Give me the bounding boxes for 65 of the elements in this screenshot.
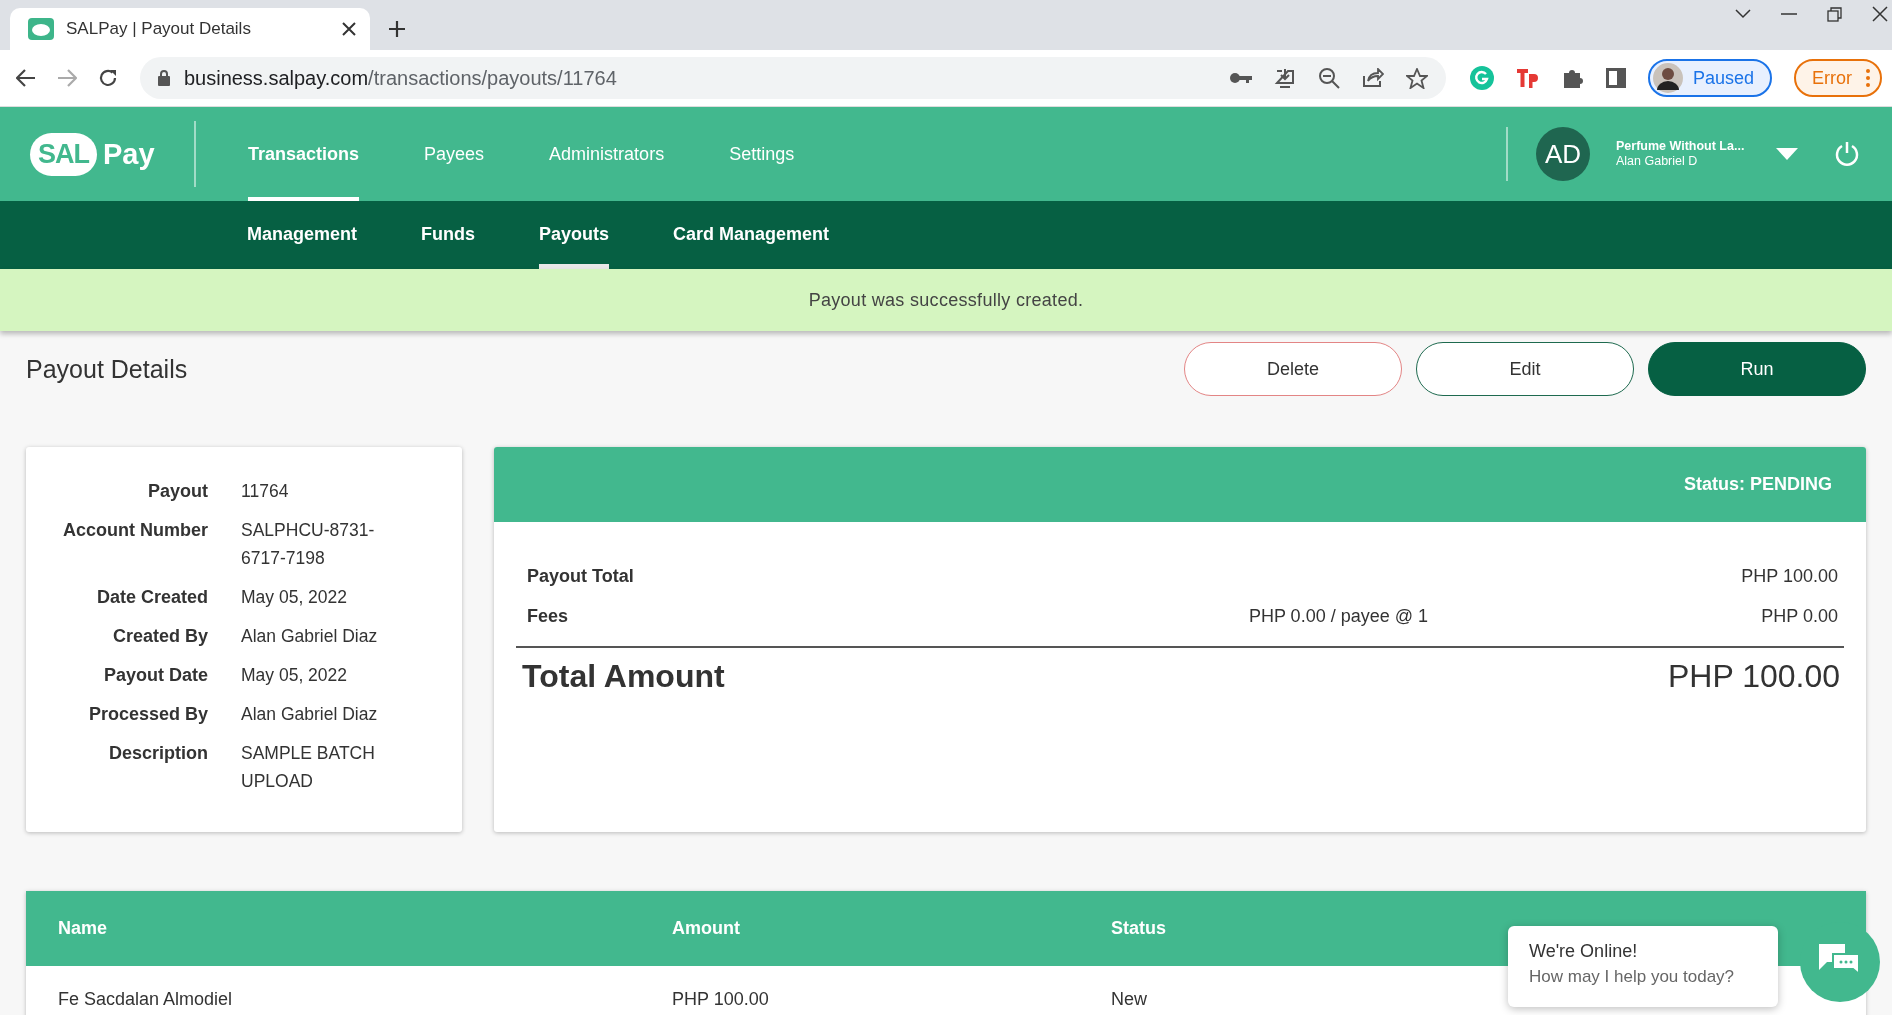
close-icon[interactable] [1872,6,1888,22]
nav-tab[interactable]: Management [247,201,358,269]
install-icon[interactable] [1273,67,1296,89]
table-cell-text: New [1111,988,1148,1010]
star-icon[interactable] [1405,67,1428,89]
fee-note: PHP 0.00 / payee @ 1 [1248,605,1428,627]
avatar[interactable]: AD [1536,127,1590,181]
field-label: Account Number [62,519,208,542]
field-label: Payout Date [102,664,208,687]
summary-label: Fees [527,605,570,627]
chat-title: We're Online! [1529,940,1639,963]
field-value: Alan Gabriel Diaz [241,625,379,648]
edit-button[interactable]: Edit [1416,342,1634,396]
summary-amount: PHP 0.00 [1760,605,1838,627]
field-label: Payout [147,480,208,503]
share-icon[interactable] [1361,68,1384,88]
page-title: Payout Details [26,354,189,384]
avatar-icon [1652,63,1683,93]
more-icon[interactable] [1866,68,1870,88]
field-value: May 05, 2022 [241,586,349,609]
tab-title: SALPay | Payout Details [66,19,252,39]
field-value: 11764 [241,480,290,503]
restore-icon[interactable] [1827,6,1842,22]
column-header: Status [1111,918,1167,939]
profile-button[interactable]: Paused [1647,59,1772,97]
browser-tab[interactable]: SALPay | Payout Details [10,8,370,50]
field-label: Processed By [87,703,208,726]
field-label: Date Created [95,586,208,609]
chat-message: How may I help you today? [1529,966,1736,988]
side-panel-icon[interactable] [1605,68,1626,88]
column-header: Name [58,918,109,939]
total-amount: PHP 100.00 [1668,657,1840,695]
status-text: Status: PENDING [1683,474,1832,495]
zoom-out-icon[interactable] [1317,67,1340,89]
run-button[interactable]: Run [1648,342,1866,396]
table-cell-text: Fe Sacdalan Almodiel [58,988,234,1010]
address-bar[interactable]: business.salpay.com/transactions/payouts/11764 [139,57,1446,99]
nav-tab[interactable]: Card Management [673,201,830,269]
field-value: Alan Gabriel Diaz [241,703,379,726]
tp-extension-icon[interactable] [1515,67,1540,89]
user-name: Alan Gabriel D [1616,154,1699,169]
key-icon[interactable] [1229,72,1252,84]
summary-amount: PHP 100.00 [1740,565,1838,587]
field-value: SALPHCU-8731-6717-7198 [241,519,376,570]
field-label: Created By [111,625,208,648]
new-tab-icon[interactable] [388,20,406,38]
summary-label: Payout Total [527,565,635,587]
table-cell-text: PHP 100.00 [672,988,770,1010]
lock-icon [157,70,170,86]
puzzle-icon[interactable] [1561,67,1584,89]
chevron-down-icon[interactable] [1735,9,1751,19]
field-value: SAMPLE BATCH UPLOAD [241,742,376,793]
back-icon[interactable] [15,69,36,87]
banner-message: Payout was successfully created. [808,289,1084,311]
column-header: Amount [672,918,741,939]
total-label: Total Amount [522,657,725,695]
field-value: May 05, 2022 [241,664,349,687]
close-icon[interactable] [342,22,356,36]
delete-button[interactable]: Delete [1184,342,1402,396]
nav-tab[interactable]: Funds [421,201,476,269]
company-name: Perfume Without La... [1616,139,1746,154]
url-text: business.salpay.com/transactions/payouts/11764 [183,66,618,90]
field-label: Description [107,742,208,765]
reload-icon[interactable] [98,68,119,88]
cloud-logo-icon [28,18,54,40]
